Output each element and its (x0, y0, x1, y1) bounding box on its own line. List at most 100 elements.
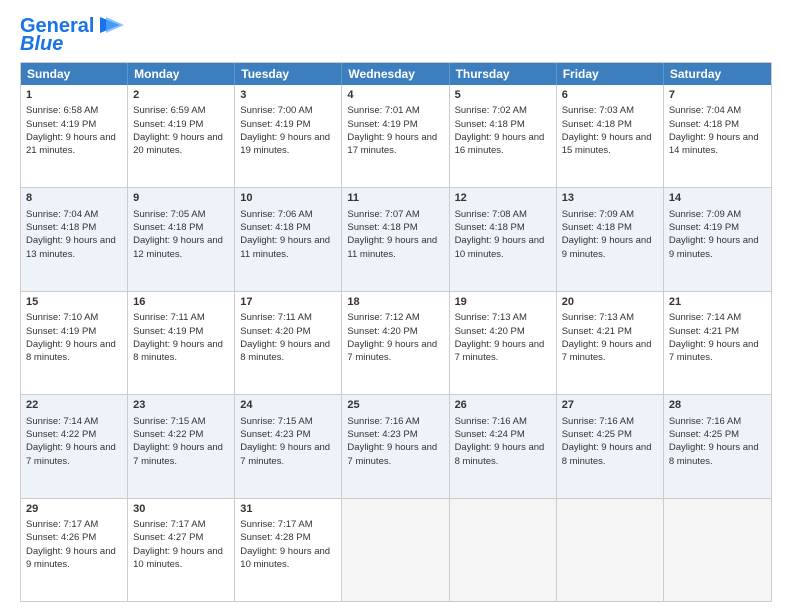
day-number: 28 (669, 398, 766, 413)
day-cell-9: 9Sunrise: 7:05 AMSunset: 4:18 PMDaylight… (128, 188, 235, 290)
day-number: 15 (26, 295, 122, 310)
calendar-week-5: 29Sunrise: 7:17 AMSunset: 4:26 PMDayligh… (21, 498, 771, 601)
sunrise-text: Sunrise: 7:15 AM (240, 416, 312, 427)
day-number: 6 (562, 88, 658, 103)
sunset-text: Sunset: 4:22 PM (26, 429, 96, 440)
daylight-text: Daylight: 9 hours and 10 minutes. (133, 546, 223, 570)
daylight-text: Daylight: 9 hours and 13 minutes. (26, 235, 116, 259)
sunset-text: Sunset: 4:23 PM (347, 429, 417, 440)
day-number: 17 (240, 295, 336, 310)
day-cell-23: 23Sunrise: 7:15 AMSunset: 4:22 PMDayligh… (128, 395, 235, 497)
day-number: 27 (562, 398, 658, 413)
calendar-week-2: 8Sunrise: 7:04 AMSunset: 4:18 PMDaylight… (21, 187, 771, 290)
sunrise-text: Sunrise: 7:16 AM (562, 416, 634, 427)
day-cell-14: 14Sunrise: 7:09 AMSunset: 4:19 PMDayligh… (664, 188, 771, 290)
daylight-text: Daylight: 9 hours and 21 minutes. (26, 132, 116, 156)
day-cell-10: 10Sunrise: 7:06 AMSunset: 4:18 PMDayligh… (235, 188, 342, 290)
daylight-text: Daylight: 9 hours and 7 minutes. (240, 442, 330, 466)
sunrise-text: Sunrise: 7:06 AM (240, 209, 312, 220)
sunrise-text: Sunrise: 7:14 AM (26, 416, 98, 427)
daylight-text: Daylight: 9 hours and 12 minutes. (133, 235, 223, 259)
logo-arrow-icon (96, 15, 124, 35)
day-number: 10 (240, 191, 336, 206)
empty-cell (450, 499, 557, 601)
day-number: 23 (133, 398, 229, 413)
sunset-text: Sunset: 4:21 PM (562, 326, 632, 337)
weekday-header-friday: Friday (557, 63, 664, 85)
sunset-text: Sunset: 4:24 PM (455, 429, 525, 440)
day-number: 16 (133, 295, 229, 310)
sunset-text: Sunset: 4:18 PM (455, 119, 525, 130)
daylight-text: Daylight: 9 hours and 9 minutes. (26, 546, 116, 570)
day-cell-6: 6Sunrise: 7:03 AMSunset: 4:18 PMDaylight… (557, 85, 664, 187)
day-cell-5: 5Sunrise: 7:02 AMSunset: 4:18 PMDaylight… (450, 85, 557, 187)
sunset-text: Sunset: 4:18 PM (240, 222, 310, 233)
logo-blue-text: Blue (20, 34, 63, 54)
day-cell-12: 12Sunrise: 7:08 AMSunset: 4:18 PMDayligh… (450, 188, 557, 290)
day-cell-19: 19Sunrise: 7:13 AMSunset: 4:20 PMDayligh… (450, 292, 557, 394)
sunrise-text: Sunrise: 7:07 AM (347, 209, 419, 220)
day-cell-17: 17Sunrise: 7:11 AMSunset: 4:20 PMDayligh… (235, 292, 342, 394)
sunset-text: Sunset: 4:21 PM (669, 326, 739, 337)
day-number: 3 (240, 88, 336, 103)
calendar-header: SundayMondayTuesdayWednesdayThursdayFrid… (21, 63, 771, 85)
day-number: 22 (26, 398, 122, 413)
daylight-text: Daylight: 9 hours and 8 minutes. (562, 442, 652, 466)
day-number: 30 (133, 502, 229, 517)
sunrise-text: Sunrise: 7:03 AM (562, 105, 634, 116)
weekday-header-thursday: Thursday (450, 63, 557, 85)
day-number: 20 (562, 295, 658, 310)
day-cell-24: 24 Sunrise: 7:15 AM Sunset: 4:23 PM Dayligh… (235, 395, 342, 497)
weekday-header-saturday: Saturday (664, 63, 771, 85)
weekday-header-tuesday: Tuesday (235, 63, 342, 85)
daylight-text: Daylight: 9 hours and 20 minutes. (133, 132, 223, 156)
day-cell-1: 1Sunrise: 6:58 AMSunset: 4:19 PMDaylight… (21, 85, 128, 187)
daylight-text: Daylight: 9 hours and 7 minutes. (347, 442, 437, 466)
sunset-text: Sunset: 4:18 PM (347, 222, 417, 233)
empty-cell (342, 499, 449, 601)
sunset-text: Sunset: 4:23 PM (240, 429, 310, 440)
day-number: 31 (240, 502, 336, 517)
sunrise-text: Sunrise: 7:01 AM (347, 105, 419, 116)
day-cell-4: 4Sunrise: 7:01 AMSunset: 4:19 PMDaylight… (342, 85, 449, 187)
daylight-text: Daylight: 9 hours and 9 minutes. (669, 235, 759, 259)
daylight-text: Daylight: 9 hours and 8 minutes. (455, 442, 545, 466)
sunrise-text: Sunrise: 7:09 AM (669, 209, 741, 220)
sunset-text: Sunset: 4:19 PM (26, 119, 96, 130)
day-cell-3: 3Sunrise: 7:00 AMSunset: 4:19 PMDaylight… (235, 85, 342, 187)
sunrise-text: Sunrise: 7:12 AM (347, 312, 419, 323)
daylight-text: Daylight: 9 hours and 8 minutes. (26, 339, 116, 363)
sunset-text: Sunset: 4:26 PM (26, 532, 96, 543)
sunset-text: Sunset: 4:22 PM (133, 429, 203, 440)
sunset-text: Sunset: 4:18 PM (455, 222, 525, 233)
sunrise-text: Sunrise: 6:58 AM (26, 105, 98, 116)
weekday-header-monday: Monday (128, 63, 235, 85)
day-cell-20: 20Sunrise: 7:13 AMSunset: 4:21 PMDayligh… (557, 292, 664, 394)
sunset-text: Sunset: 4:18 PM (669, 119, 739, 130)
sunrise-text: Sunrise: 7:14 AM (669, 312, 741, 323)
daylight-text: Daylight: 9 hours and 7 minutes. (26, 442, 116, 466)
day-number: 8 (26, 191, 122, 206)
sunrise-text: Sunrise: 7:15 AM (133, 416, 205, 427)
calendar-week-1: 1Sunrise: 6:58 AMSunset: 4:19 PMDaylight… (21, 85, 771, 187)
day-cell-22: 22 Sunrise: 7:14 AM Sunset: 4:22 PM Dayligh… (21, 395, 128, 497)
calendar: SundayMondayTuesdayWednesdayThursdayFrid… (20, 62, 772, 602)
day-number: 7 (669, 88, 766, 103)
day-cell-18: 18Sunrise: 7:12 AMSunset: 4:20 PMDayligh… (342, 292, 449, 394)
sunrise-text: Sunrise: 7:05 AM (133, 209, 205, 220)
sunrise-text: Sunrise: 7:13 AM (562, 312, 634, 323)
day-cell-27: 27Sunrise: 7:16 AMSunset: 4:25 PMDayligh… (557, 395, 664, 497)
weekday-header-sunday: Sunday (21, 63, 128, 85)
sunset-text: Sunset: 4:19 PM (347, 119, 417, 130)
day-cell-15: 15Sunrise: 7:10 AMSunset: 4:19 PMDayligh… (21, 292, 128, 394)
sunset-text: Sunset: 4:18 PM (562, 222, 632, 233)
empty-cell (664, 499, 771, 601)
day-number: 13 (562, 191, 658, 206)
day-cell-21: 21 Sunrise: 7:14 AM Sunset: 4:21 PM Dayligh… (664, 292, 771, 394)
day-cell-13: 13Sunrise: 7:09 AMSunset: 4:18 PMDayligh… (557, 188, 664, 290)
day-cell-26: 26Sunrise: 7:16 AMSunset: 4:24 PMDayligh… (450, 395, 557, 497)
daylight-text: Daylight: 9 hours and 7 minutes. (669, 339, 759, 363)
day-number: 29 (26, 502, 122, 517)
day-number: 21 (669, 295, 766, 310)
day-number: 24 (240, 398, 336, 413)
